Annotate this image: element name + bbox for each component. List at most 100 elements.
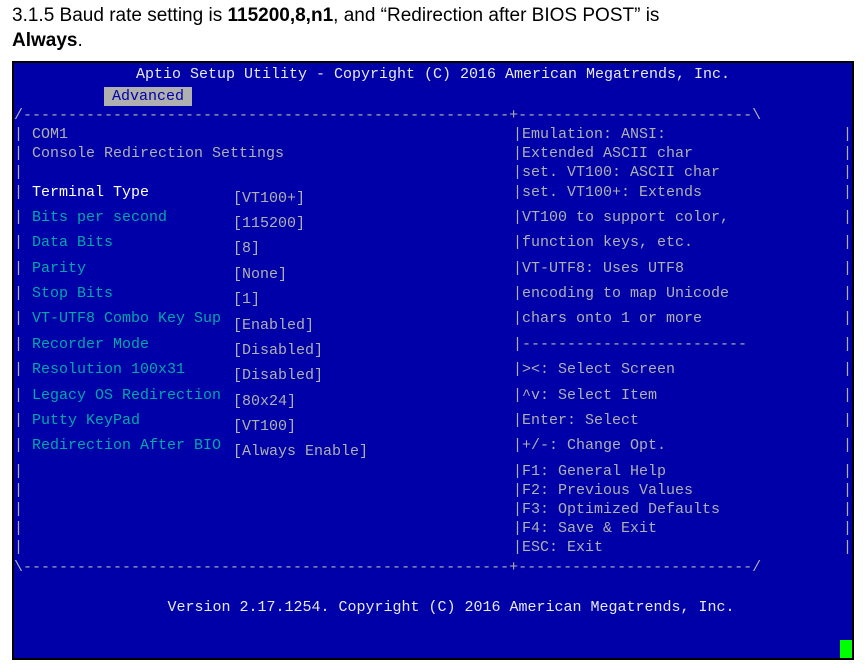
bios-row: | Parity[None]|VT-UTF8: Uses UTF8| — [14, 259, 852, 284]
left-cell — [23, 481, 513, 500]
setting-row[interactable]: Data Bits[8] — [23, 233, 260, 258]
cursor-block-icon — [840, 640, 852, 658]
right-cell: set. VT100: ASCII char — [522, 163, 843, 182]
right-cell: +/-: Change Opt. — [522, 436, 843, 461]
left-cell — [23, 500, 513, 519]
border-bar-icon: | — [513, 462, 522, 481]
right-cell: function keys, etc. — [522, 233, 843, 258]
help-text: +/-: Change Opt. — [522, 436, 666, 461]
left-cell: Data Bits[8] — [23, 233, 513, 258]
bios-row: | Stop Bits[1]|encoding to map Unicode| — [14, 284, 852, 309]
right-cell: encoding to map Unicode — [522, 284, 843, 309]
help-text: Enter: Select — [522, 411, 639, 436]
border-bar-icon: | — [843, 538, 852, 557]
section-heading: COM1 — [23, 125, 68, 144]
left-cell — [23, 538, 513, 557]
left-cell: Legacy OS Redirection[80x24] — [23, 386, 513, 411]
right-cell: F2: Previous Values — [522, 481, 843, 500]
border-bar-icon: | — [843, 335, 852, 360]
right-cell: F4: Save & Exit — [522, 519, 843, 538]
border-bar-icon: | — [14, 183, 23, 208]
bios-row: | Console Redirection Settings|Extended … — [14, 144, 852, 163]
help-text: Emulation: ANSI: — [522, 125, 666, 144]
setting-row[interactable]: Bits per second[115200] — [23, 208, 305, 233]
border-bar-icon: | — [513, 208, 522, 233]
setting-row[interactable]: Parity[None] — [23, 259, 287, 284]
bios-row: | Data Bits[8]|function keys, etc.| — [14, 233, 852, 258]
tab-advanced[interactable]: Advanced — [104, 87, 192, 106]
left-cell: Parity[None] — [23, 259, 513, 284]
setting-label: Recorder Mode — [23, 335, 233, 354]
border-bar-icon: | — [843, 144, 852, 163]
left-cell: Putty KeyPad[VT100] — [23, 411, 513, 436]
setting-label: Stop Bits — [23, 284, 233, 303]
border-bar-icon: | — [513, 519, 522, 538]
left-cell: Stop Bits[1] — [23, 284, 513, 309]
setting-label: Legacy OS Redirection — [23, 386, 233, 405]
left-cell — [23, 519, 513, 538]
right-cell: Enter: Select — [522, 411, 843, 436]
border-bar-icon: | — [14, 436, 23, 461]
left-cell: Redirection After BIO[Always Enable] — [23, 436, 513, 461]
text-2: , and “Redirection after BIOS POST” is — [333, 5, 659, 26]
divider-icon: ------------------------- — [522, 335, 747, 360]
help-text: VT-UTF8: Uses UTF8 — [522, 259, 684, 284]
border-bar-icon: | — [513, 259, 522, 284]
border-bar-icon: | — [513, 436, 522, 461]
border-bar-icon: | — [14, 519, 23, 538]
bios-row: | Legacy OS Redirection[80x24]|^v: Selec… — [14, 386, 852, 411]
left-cell: Terminal Type[VT100+] — [23, 183, 513, 208]
right-cell: set. VT100+: Extends — [522, 183, 843, 208]
bios-row: | |ESC: Exit| — [14, 538, 852, 557]
setting-value: [1] — [233, 290, 260, 309]
setting-value: [VT100] — [233, 417, 296, 436]
bios-row: | Terminal Type[VT100+]|set. VT100+: Ext… — [14, 183, 852, 208]
border-bar-icon: | — [843, 284, 852, 309]
text-1: Baud rate setting is — [54, 5, 227, 26]
border-bar-icon: | — [843, 481, 852, 500]
setting-label: Parity — [23, 259, 233, 278]
help-text: ^v: Select Item — [522, 386, 657, 411]
setting-label: Terminal Type — [23, 183, 233, 202]
help-text: set. VT100: ASCII char — [522, 163, 720, 182]
border-bar-icon: | — [513, 163, 522, 182]
section-heading: Console Redirection Settings — [23, 144, 284, 163]
help-text: F2: Previous Values — [522, 481, 693, 500]
section-number: 3.1.5 — [12, 5, 54, 26]
bios-row: | |F4: Save & Exit| — [14, 519, 852, 538]
setting-row[interactable]: Redirection After BIO[Always Enable] — [23, 436, 368, 461]
border-bar-icon: | — [513, 183, 522, 208]
setting-row[interactable]: Terminal Type[VT100+] — [23, 183, 305, 208]
bios-footer: Version 2.17.1254. Copyright (C) 2016 Am… — [14, 577, 852, 658]
border-bar-icon: | — [14, 462, 23, 481]
setting-row[interactable]: Legacy OS Redirection[80x24] — [23, 386, 296, 411]
border-bar-icon: | — [14, 360, 23, 385]
border-bar-icon: | — [513, 125, 522, 144]
border-bar-icon: | — [843, 500, 852, 519]
left-cell — [23, 163, 513, 182]
border-bar-icon: | — [513, 309, 522, 334]
border-bar-icon: | — [14, 208, 23, 233]
border-bar-icon: | — [14, 259, 23, 284]
bios-row: | Resolution 100x31[Disabled]|><: Select… — [14, 360, 852, 385]
bios-screen: Aptio Setup Utility - Copyright (C) 2016… — [12, 61, 854, 659]
bios-title: Aptio Setup Utility - Copyright (C) 2016… — [14, 63, 852, 86]
right-cell: F1: General Help — [522, 462, 843, 481]
left-cell: Bits per second[115200] — [23, 208, 513, 233]
setting-row[interactable]: VT-UTF8 Combo Key Sup[Enabled] — [23, 309, 314, 334]
right-cell: chars onto 1 or more — [522, 309, 843, 334]
right-cell: ------------------------- — [522, 335, 843, 360]
setting-label: Bits per second — [23, 208, 233, 227]
help-text: function keys, etc. — [522, 233, 693, 258]
redirect-value: Always — [12, 30, 77, 51]
setting-row[interactable]: Stop Bits[1] — [23, 284, 260, 309]
border-bar-icon: | — [843, 386, 852, 411]
setting-row[interactable]: Putty KeyPad[VT100] — [23, 411, 296, 436]
help-text: ESC: Exit — [522, 538, 603, 557]
border-bar-icon: | — [14, 538, 23, 557]
help-text: encoding to map Unicode — [522, 284, 729, 309]
setting-row[interactable]: Recorder Mode[Disabled] — [23, 335, 323, 360]
setting-row[interactable]: Resolution 100x31[Disabled] — [23, 360, 323, 385]
border-bar-icon: | — [843, 233, 852, 258]
setting-label: Resolution 100x31 — [23, 360, 233, 379]
